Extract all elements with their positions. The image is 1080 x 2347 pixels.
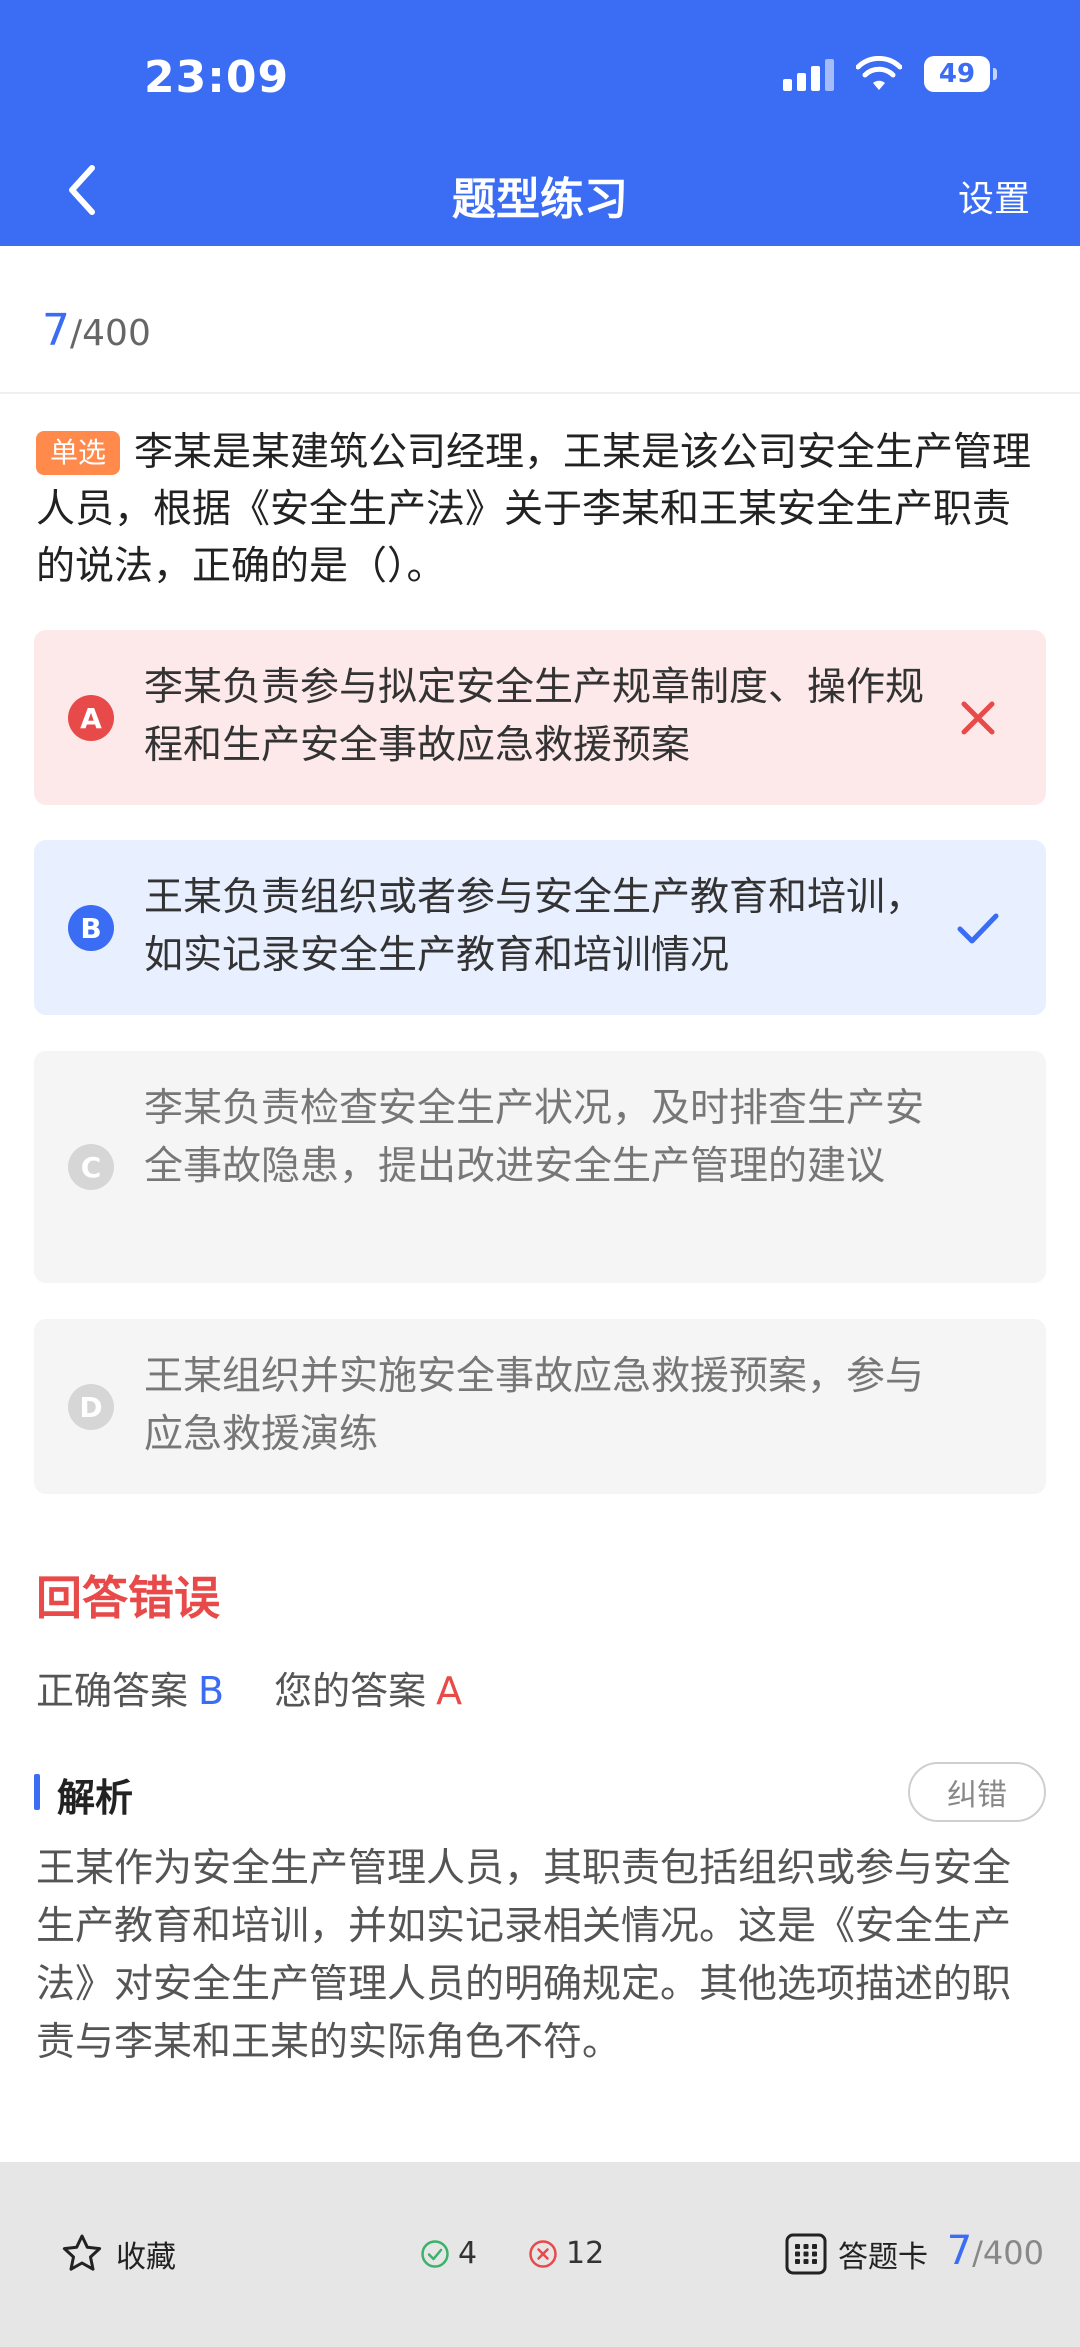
x-circle-icon <box>529 2239 557 2268</box>
analysis-text: 王某作为安全生产管理人员，其职责包括组织或参与安全生产教育和培训，并如实记录相关… <box>36 1846 1012 2065</box>
favorite-label: 收藏 <box>116 2240 176 2275</box>
correct-count: 4 <box>420 2236 477 2271</box>
option-letter: A <box>68 695 114 741</box>
correct-count-value: 4 <box>458 2236 478 2271</box>
analysis-title: 解析 <box>57 1776 134 1820</box>
wrong-x-icon <box>961 701 995 735</box>
option-letter: D <box>68 1384 114 1430</box>
answer-card-button[interactable]: 答题卡 <box>784 2232 928 2276</box>
option-d[interactable]: D 王某组织并实施安全事故应急救援预案，参与应急救援演练 <box>34 1319 1046 1494</box>
option-a[interactable]: A 李某负责参与拟定安全生产规章制度、操作规程和生产安全事故应急救援预案 <box>34 630 1046 805</box>
battery-icon: 49 <box>924 56 997 92</box>
question-stem: 单选 李某是某建筑公司经理，王某是该公司安全生产管理人员，根据《安全生产法》关于李… <box>36 424 1044 595</box>
option-letter: B <box>68 905 114 951</box>
card-progress-total: /400 <box>972 2234 1044 2272</box>
star-icon <box>62 2234 102 2271</box>
question-type-badge: 单选 <box>36 431 121 475</box>
option-text: 李某负责参与拟定安全生产规章制度、操作规程和生产安全事故应急救援预案 <box>144 665 925 768</box>
question-progress: 7/400 <box>42 305 151 356</box>
progress-current: 7 <box>42 305 70 356</box>
status-time: 23:09 <box>144 52 290 103</box>
divider <box>0 392 1080 394</box>
option-c[interactable]: C 李某负责检查安全生产状况，及时排查生产安全事故隐患，提出改进安全生产管理的建… <box>34 1051 1046 1283</box>
option-letter: C <box>68 1144 114 1190</box>
wifi-icon <box>856 56 902 90</box>
wrong-count: 12 <box>528 2236 604 2271</box>
question-text: 李某是某建筑公司经理，王某是该公司安全生产管理人员，根据《安全生产法》关于李某和… <box>36 430 1032 589</box>
your-answer-value: A <box>436 1669 463 1713</box>
signal-icon <box>783 57 834 91</box>
wrong-count-value: 12 <box>566 2236 605 2271</box>
favorite-button[interactable]: 收藏 <box>60 2232 176 2276</box>
option-b[interactable]: B 王某负责组织或者参与安全生产教育和培训，如实记录安全生产教育和培训情况 <box>34 840 1046 1015</box>
bottom-bar: 收藏 4 12 答题卡 7/400 <box>0 2162 1080 2347</box>
correct-answer-value: B <box>198 1669 225 1713</box>
option-text: 王某负责组织或者参与安全生产教育和培训，如实记录安全生产教育和培训情况 <box>144 875 925 978</box>
app-header: 23:09 49 题型练习 设置 <box>0 0 1080 246</box>
grid-icon <box>785 2233 827 2275</box>
page-title: 题型练习 <box>452 174 628 225</box>
status-icons: 49 <box>783 56 997 92</box>
answer-card-label: 答题卡 <box>838 2240 928 2275</box>
correct-answer-label: 正确答案 <box>36 1669 189 1713</box>
answers-row: 正确答案 B 您的答案 A <box>36 1660 462 1715</box>
analysis-accent-bar <box>34 1774 40 1810</box>
your-answer-label: 您的答案 <box>274 1669 427 1713</box>
check-circle-icon <box>421 2239 449 2268</box>
option-text: 王某组织并实施安全事故应急救援预案，参与应急救援演练 <box>144 1354 925 1457</box>
option-text: 李某负责检查安全生产状况，及时排查生产安全事故隐患，提出改进安全生产管理的建议 <box>144 1086 925 1189</box>
settings-button[interactable]: 设置 <box>958 170 1030 222</box>
result-title: 回答错误 <box>36 1571 220 1625</box>
answer-card-progress: 7/400 <box>947 2228 1044 2274</box>
card-progress-current: 7 <box>946 2228 973 2274</box>
progress-total: /400 <box>70 313 151 354</box>
correct-check-icon <box>957 913 999 944</box>
report-error-button[interactable]: 纠错 <box>908 1762 1046 1822</box>
